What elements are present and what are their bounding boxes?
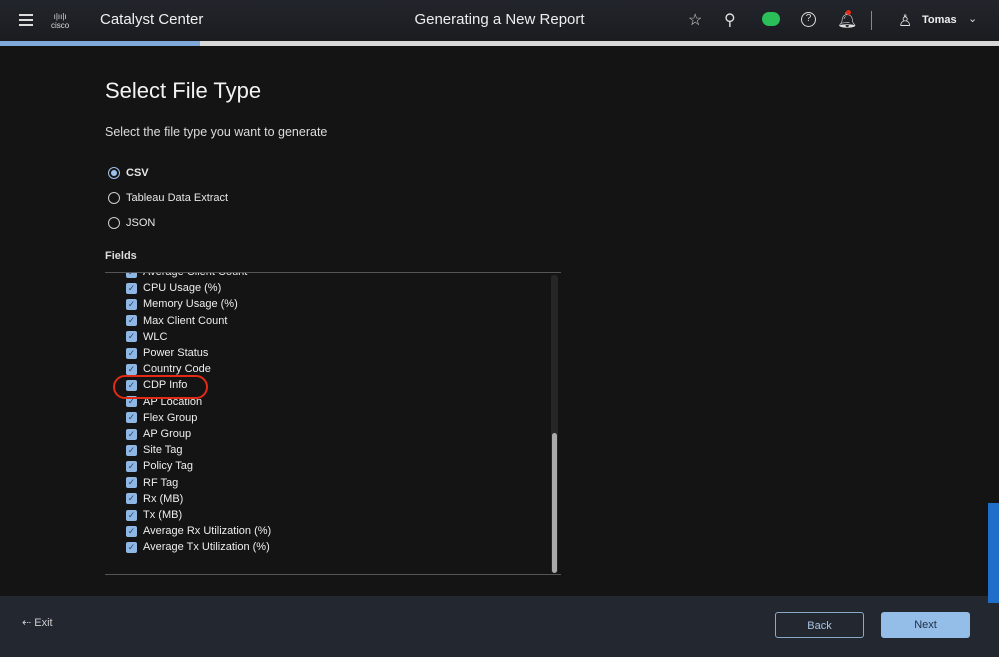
field-checkbox-item[interactable]: ✓ CPU Usage (%) — [126, 282, 221, 294]
radio-csv[interactable]: CSV — [108, 167, 149, 179]
field-label: RF Tag — [143, 476, 179, 489]
field-checkbox-item[interactable]: ✓ Memory Usage (%) — [126, 298, 238, 310]
field-label: Policy Tag — [143, 460, 193, 473]
field-label: Country Code — [143, 363, 211, 376]
radio-label: CSV — [126, 167, 149, 179]
field-checkbox-item[interactable]: ✓ RF Tag — [126, 477, 178, 489]
search-icon[interactable]: ⚲ — [724, 10, 736, 30]
progress-fill — [0, 41, 200, 46]
field-checkbox-item[interactable]: ✓ AP Group — [126, 428, 191, 440]
field-checkbox-item[interactable]: ✓ Country Code — [126, 363, 211, 375]
radio-tableau[interactable]: Tableau Data Extract — [108, 192, 228, 204]
checkbox-checked-icon[interactable]: ✓ — [126, 412, 137, 424]
checkbox-checked-icon[interactable]: ✓ — [126, 428, 137, 440]
field-checkbox-item[interactable]: ✓ Flex Group — [126, 412, 197, 424]
next-button[interactable]: Next — [881, 612, 970, 638]
back-button[interactable]: Back — [775, 612, 864, 638]
checkbox-checked-icon[interactable]: ✓ — [126, 509, 137, 521]
field-checkbox-item[interactable]: ✓ Power Status — [126, 347, 208, 359]
field-label: Rx (MB) — [143, 492, 184, 505]
checkbox-checked-icon[interactable]: ✓ — [126, 460, 137, 472]
top-bar: ı|ıı|ı cisco Catalyst Center Generating a… — [0, 0, 999, 41]
field-checkbox-item[interactable]: ✓ Site Tag — [126, 444, 183, 456]
checkbox-checked-icon[interactable]: ✓ — [126, 444, 137, 456]
field-checkbox-item[interactable]: ✓ Average Client Count — [126, 272, 248, 278]
radio-json[interactable]: JSON — [108, 217, 155, 229]
field-checkbox-item[interactable]: ✓ Policy Tag — [126, 460, 193, 472]
side-tab[interactable] — [988, 503, 999, 603]
exit-button[interactable]: ⇠ Exit — [22, 616, 53, 629]
radio-label: JSON — [126, 217, 156, 229]
field-label: WLC — [143, 330, 168, 343]
field-checkbox-item[interactable]: ✓ Average Rx Utilization (%) — [126, 525, 271, 537]
checkbox-checked-icon[interactable]: ✓ — [126, 282, 137, 294]
star-icon[interactable]: ☆ — [688, 10, 702, 30]
user-icon[interactable]: ♙ — [898, 11, 912, 31]
field-checkbox-item[interactable]: ✓ Average Tx Utilization (%) — [126, 541, 270, 553]
radio-icon[interactable] — [108, 192, 120, 204]
field-label: Memory Usage (%) — [143, 298, 238, 311]
field-label: AP Group — [143, 428, 192, 440]
checkbox-checked-icon[interactable]: ✓ — [126, 525, 137, 537]
radio-icon[interactable] — [108, 217, 120, 229]
exit-icon: ⇠ — [22, 617, 35, 629]
fields-list[interactable]: ✓ Average Client Count ✓ CPU Usage (%) ✓ Memo… — [105, 272, 561, 575]
notification-dot — [846, 10, 851, 15]
highlight-annotation — [113, 375, 208, 399]
checkbox-checked-icon[interactable]: ✓ — [126, 493, 137, 505]
checkbox-checked-icon[interactable]: ✓ — [126, 347, 137, 359]
radio-icon[interactable] — [108, 167, 120, 179]
field-checkbox-item[interactable]: ✓ Tx (MB) — [126, 509, 182, 521]
field-checkbox-item[interactable]: ✓ WLC — [126, 331, 167, 343]
chevron-down-icon[interactable]: ⌄ — [968, 12, 977, 25]
checkbox-checked-icon[interactable]: ✓ — [126, 315, 137, 327]
checkbox-checked-icon[interactable]: ✓ — [126, 331, 137, 343]
fields-label: Fields — [105, 250, 137, 262]
checkbox-checked-icon[interactable]: ✓ — [126, 298, 137, 310]
radio-label: Tableau Data Extract — [126, 192, 229, 204]
checkbox-checked-icon[interactable]: ✓ — [126, 363, 137, 375]
exit-label: Exit — [34, 617, 53, 629]
field-label: Flex Group — [143, 411, 198, 424]
wizard-progress — [0, 41, 999, 46]
field-label: CPU Usage (%) — [143, 282, 222, 295]
field-checkbox-item[interactable]: ✓ Max Client Count — [126, 315, 227, 327]
field-label: Site Tag — [143, 444, 183, 457]
field-label: Average Rx Utilization (%) — [143, 525, 272, 538]
page-title: Select File Type — [105, 78, 262, 103]
field-checkbox-item[interactable]: ✓ Rx (MB) — [126, 493, 183, 505]
cloud-status-icon[interactable] — [762, 12, 780, 26]
checkbox-checked-icon[interactable]: ✓ — [126, 477, 137, 489]
field-label: Tx (MB) — [143, 509, 183, 521]
divider — [871, 11, 872, 30]
field-label: Power Status — [143, 347, 209, 359]
scrollbar[interactable] — [551, 275, 558, 573]
page-subtitle: Select the file type you want to generat… — [105, 125, 328, 139]
field-label: Average Tx Utilization (%) — [143, 541, 270, 554]
checkbox-checked-icon[interactable]: ✓ — [126, 273, 137, 278]
scrollbar-thumb[interactable] — [552, 433, 557, 573]
field-label: Max Client Count — [143, 314, 228, 327]
help-icon[interactable]: ? — [801, 12, 816, 27]
checkbox-checked-icon[interactable]: ✓ — [126, 541, 137, 553]
user-name[interactable]: Tomas — [922, 14, 957, 26]
field-label: Average Client Count — [143, 272, 248, 278]
